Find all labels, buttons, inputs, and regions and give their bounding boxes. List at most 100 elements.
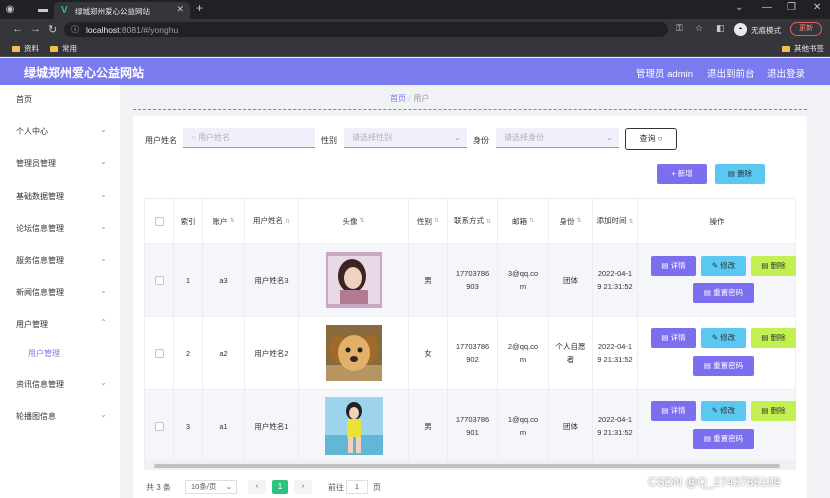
query-button[interactable]: 查询 ○ <box>625 128 677 150</box>
tab-search-icon[interactable]: ▬ <box>36 3 50 16</box>
reset-password-button[interactable]: ▤ 重置密码 <box>693 283 754 303</box>
logout-link[interactable]: 退出登录 <box>767 66 805 80</box>
column-header[interactable]: 添加时间 ⇅ <box>593 199 638 244</box>
reload-icon[interactable]: ↻ <box>48 23 57 36</box>
new-tab-icon[interactable]: + <box>196 1 203 15</box>
sidebar-item-carousel[interactable]: 轮播图信息 <box>16 411 56 422</box>
detail-button[interactable]: ▤ 详情 <box>651 328 696 348</box>
chrome-menu-icon[interactable]: ◉ <box>3 3 17 16</box>
back-to-front-link[interactable]: 退出到前台 <box>707 66 755 80</box>
cell-email: 3@qq.com <box>498 244 549 317</box>
horizontal-scrollbar[interactable] <box>144 462 796 470</box>
avatar[interactable] <box>324 397 383 455</box>
key-icon[interactable]: ⚿ <box>676 23 683 34</box>
next-page-button[interactable]: › <box>294 480 312 494</box>
scrollbar-thumb[interactable] <box>154 464 780 468</box>
reset-password-button[interactable]: ▤ 重置密码 <box>693 356 754 376</box>
cell-time: 2022-04-19 21:31:52 <box>593 244 638 317</box>
gender-select[interactable]: 请选择性别 ⌄ <box>344 128 467 148</box>
cell-avatar <box>299 317 409 390</box>
restore-icon[interactable]: ❐ <box>787 2 796 13</box>
column-header[interactable]: 联系方式 ⇅ <box>448 199 498 244</box>
avatar[interactable] <box>325 325 382 381</box>
cell-account: a2 <box>203 317 245 390</box>
column-header[interactable]: 性别 ⇅ <box>409 199 448 244</box>
cell-gender: 男 <box>409 244 448 317</box>
sidebar-item-service[interactable]: 服务信息管理 <box>16 255 64 266</box>
trash-icon: ▤ <box>761 261 769 270</box>
avatar[interactable] <box>325 252 382 308</box>
window-close-icon[interactable]: ✕ <box>813 2 821 13</box>
sort-icon: ⇅ <box>433 217 440 224</box>
bookmarks-bar: 资料 常用 其他书签 <box>0 40 830 57</box>
edit-button[interactable]: ✎ 修改 <box>701 401 746 421</box>
cell-phone: 17703786903 <box>448 244 498 317</box>
sort-icon: ⇅ <box>359 217 365 224</box>
bookmark-folder[interactable]: 常用 <box>50 43 77 54</box>
sort-icon: ⇅ <box>284 218 291 225</box>
detail-button[interactable]: ▤ 详情 <box>651 401 696 421</box>
info-icon[interactable]: ⓘ <box>71 24 79 35</box>
sidebar-item-users[interactable]: 用户管理 <box>16 319 48 330</box>
update-button[interactable]: 更新 <box>790 22 822 36</box>
column-header[interactable]: 身份 ⇅ <box>549 199 593 244</box>
delete-row-button[interactable]: ▤ 删除 <box>751 328 796 348</box>
delete-row-button[interactable]: ▤ 删除 <box>751 256 796 276</box>
name-search-input[interactable]: ○ 用户姓名 <box>183 128 315 148</box>
sidebar-icon[interactable]: ◧ <box>716 23 725 34</box>
minimize-icon[interactable]: — <box>762 2 772 13</box>
chevron-down-icon[interactable]: ⌄ <box>735 2 743 13</box>
column-header[interactable]: 账户 ⇅ <box>203 199 245 244</box>
breadcrumb-separator-icon: ⁄ <box>409 94 411 103</box>
page-size-select[interactable]: 10条/页 ⌄ <box>185 480 237 494</box>
browser-tab[interactable]: V 绿城郑州爱心公益网站 ✕ <box>54 2 190 19</box>
column-header[interactable]: 头像 ⇅ <box>299 199 409 244</box>
column-header[interactable]: 索引 <box>174 199 203 244</box>
breadcrumb-home[interactable]: 首页 <box>390 94 406 103</box>
sidebar-item-base-data[interactable]: 基础数据管理 <box>16 191 64 202</box>
identity-select[interactable]: 请选择身份 ⌄ <box>496 128 619 148</box>
sidebar-subitem-users[interactable]: 用户管理 <box>28 348 60 359</box>
row-checkbox[interactable] <box>154 275 164 285</box>
incognito-icon[interactable]: ◓ <box>734 23 747 36</box>
csdn-watermark: CSDN @Q_2743785109 <box>648 475 781 489</box>
sidebar-item-admin[interactable]: 管理员管理 <box>16 158 56 169</box>
folder-icon <box>50 46 58 52</box>
delete-row-button[interactable]: ▤ 删除 <box>751 401 796 421</box>
goto-page-input[interactable]: 1 <box>346 480 368 494</box>
search-icon: ○ <box>191 133 199 142</box>
row-checkbox[interactable] <box>154 348 164 358</box>
row-checkbox[interactable] <box>154 421 164 431</box>
sidebar-item-profile[interactable]: 个人中心 <box>16 126 48 137</box>
cell-account: a3 <box>203 244 245 317</box>
sidebar-item-forum[interactable]: 论坛信息管理 <box>16 223 64 234</box>
sidebar-item-info[interactable]: 资讯信息管理 <box>16 379 64 390</box>
column-header[interactable]: 邮箱 ⇅ <box>498 199 549 244</box>
sidebar-item-news[interactable]: 新闻信息管理 <box>16 287 64 298</box>
edit-button[interactable]: ✎ 修改 <box>701 256 746 276</box>
close-icon[interactable]: ✕ <box>176 4 184 15</box>
prev-page-button[interactable]: ‹ <box>248 480 266 494</box>
cell-identity: 团体 <box>549 244 593 317</box>
cell-gender: 男 <box>409 390 448 461</box>
edit-button[interactable]: ✎ 修改 <box>701 328 746 348</box>
cell-name: 用户姓名2 <box>245 317 299 390</box>
forward-icon[interactable]: → <box>30 23 41 35</box>
column-header[interactable]: 用户姓名 ⇅ <box>245 199 299 244</box>
sidebar-item-home[interactable]: 首页 <box>16 94 32 105</box>
bookmark-folder[interactable]: 资料 <box>12 43 39 54</box>
star-icon[interactable]: ☆ <box>695 23 703 34</box>
back-icon[interactable]: ← <box>12 23 23 35</box>
folder-icon <box>782 46 790 52</box>
cell-account: a1 <box>203 390 245 461</box>
add-button[interactable]: + 新增 <box>657 164 707 184</box>
page-number-active[interactable]: 1 <box>272 480 288 494</box>
select-all-checkbox[interactable] <box>154 216 164 226</box>
other-bookmarks[interactable]: 其他书签 <box>782 43 824 54</box>
reset-password-button[interactable]: ▤ 重置密码 <box>693 429 754 449</box>
detail-button[interactable]: ▤ 详情 <box>651 256 696 276</box>
url-input[interactable]: ⓘ localhost:8081/#/yonghu <box>64 22 668 37</box>
delete-button[interactable]: ▤ 删除 <box>715 164 765 184</box>
user-table: 索引 账户 ⇅ 用户姓名 ⇅ 头像 ⇅ 性别 ⇅ 联系方式 ⇅ 邮箱 ⇅ 身份 ⇅ 添加时间 ⇅… <box>144 198 796 462</box>
filter-identity-label: 身份 <box>473 136 489 145</box>
